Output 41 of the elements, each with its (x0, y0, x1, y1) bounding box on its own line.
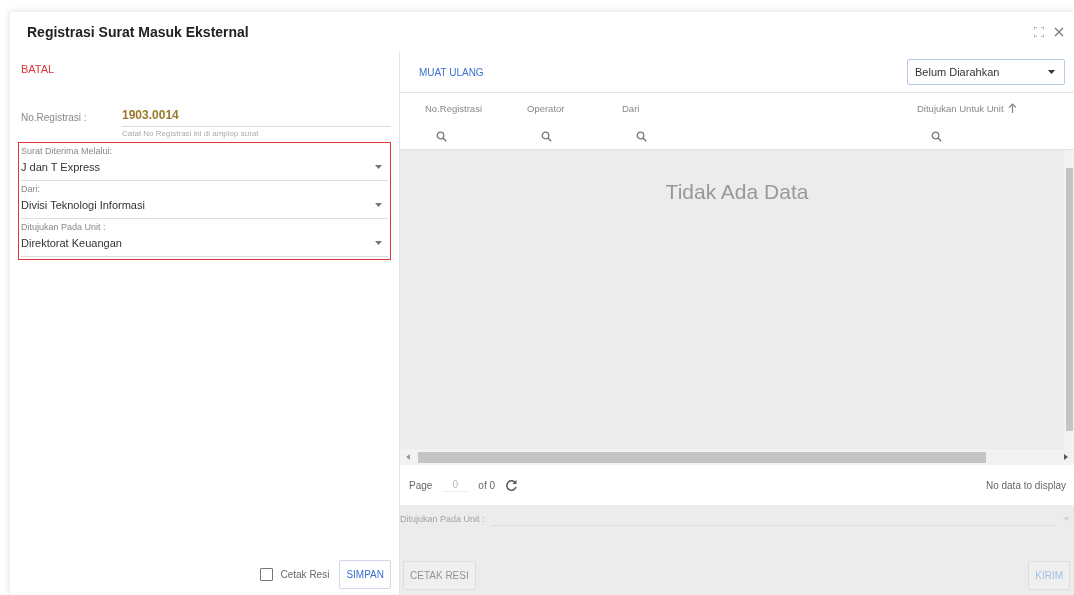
close-icon[interactable] (1054, 27, 1064, 37)
field-label: Surat Diterima Melalui: (21, 146, 114, 156)
caret-icon (375, 203, 382, 207)
search-icon[interactable] (931, 130, 942, 142)
field-label: Ditujukan Pada Unit : (21, 222, 107, 232)
registration-label: No.Registrasi : (21, 112, 88, 123)
caret-icon (1048, 70, 1055, 74)
field-label: Ditujukan Pada Unit : (400, 513, 485, 524)
search-icon[interactable] (636, 130, 647, 142)
column-header[interactable]: No.Registrasi (422, 102, 527, 114)
horizontal-scrollbar[interactable] (400, 449, 1074, 465)
dropdown-field[interactable]: J dan T Express (21, 156, 388, 180)
caret-icon (375, 241, 382, 245)
empty-message: Tidak Ada Data (665, 180, 809, 205)
registration-hint: Catat No Registrasi ini di amplop surat (122, 129, 260, 138)
cancel-button[interactable]: BATAL (21, 63, 55, 75)
column-header[interactable]: Ditujukan Untuk Unit (917, 102, 1060, 114)
dropdown-field[interactable]: Direktorat Keuangan (21, 232, 388, 256)
dropdown-field[interactable]: Divisi Teknologi Informasi (21, 194, 388, 218)
checkbox[interactable] (260, 568, 274, 581)
page-count: of 0 (478, 479, 496, 491)
field-label: Dari: (21, 184, 41, 194)
scroll-right-icon[interactable] (1064, 454, 1068, 460)
caret-icon (375, 165, 382, 169)
registration-number: 1903.0014 (122, 108, 391, 127)
refresh-icon[interactable] (505, 478, 519, 492)
search-icon[interactable] (541, 130, 552, 142)
paging-status: No data to display (985, 479, 1066, 491)
column-header[interactable]: Operator (527, 102, 622, 114)
search-icon[interactable] (436, 130, 447, 142)
checkbox-label: Cetak Resi (280, 569, 330, 580)
page-label: Page (409, 479, 433, 491)
sort-up-icon (1007, 103, 1017, 113)
status-filter-dropdown[interactable]: Belum Diarahkan (907, 59, 1065, 85)
save-button[interactable]: SIMPAN (339, 560, 391, 589)
vertical-scrollbar[interactable] (1064, 150, 1074, 449)
reload-button[interactable]: MUAT ULANG (419, 66, 484, 78)
dialog-title: Registrasi Surat Masuk Eksternal (27, 24, 249, 40)
maximize-icon[interactable] (1034, 27, 1044, 37)
scroll-left-icon[interactable] (406, 454, 410, 460)
column-header[interactable]: Dari (622, 102, 917, 114)
